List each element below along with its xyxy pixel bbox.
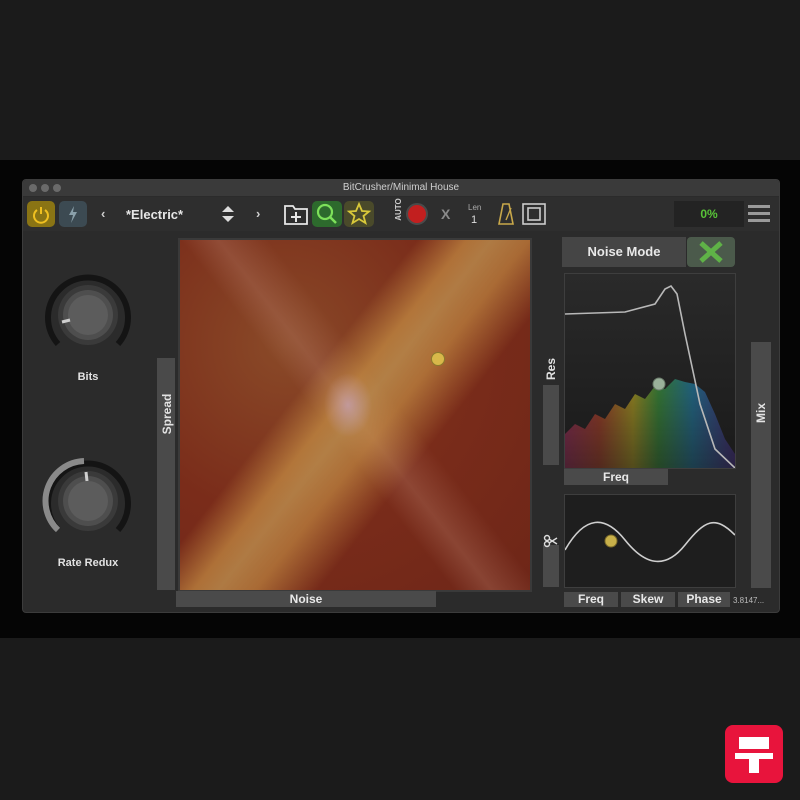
noise-mode-toggle[interactable] <box>687 237 735 267</box>
filter-freq-slider[interactable]: Freq <box>564 469 668 485</box>
spectrum-graph <box>565 284 735 468</box>
metronome-icon[interactable] <box>497 202 515 226</box>
layout-icon[interactable] <box>522 203 546 225</box>
favorite-button[interactable] <box>344 201 374 227</box>
search-icon <box>316 203 337 224</box>
star-icon <box>346 201 372 225</box>
spread-label: Spread <box>160 393 174 435</box>
prev-preset-button[interactable]: ‹ <box>101 206 105 221</box>
mix-slider[interactable] <box>751 342 771 588</box>
lfo-wave <box>564 521 736 563</box>
search-button[interactable] <box>312 201 342 227</box>
lfo-side-slider[interactable] <box>543 545 559 587</box>
xy-pad[interactable] <box>178 238 532 592</box>
title-bar: BitCrusher/Minimal House <box>23 180 779 196</box>
res-slider[interactable] <box>543 385 559 465</box>
next-preset-button[interactable]: › <box>256 206 260 221</box>
toolbar: ‹ *Electric* › AUTO X Len 1 0% <box>23 197 779 231</box>
lfo-display[interactable] <box>564 494 736 588</box>
bits-label: Bits <box>77 371 99 383</box>
noise-slider[interactable]: Noise <box>176 591 436 607</box>
close-icon <box>699 241 723 263</box>
lfo-value-readout: 3.8147... <box>733 596 765 605</box>
lfo-phase-slider[interactable]: Phase <box>678 592 730 607</box>
power-button[interactable] <box>27 201 55 227</box>
len-label: Len <box>468 203 482 212</box>
bolt-button[interactable] <box>59 201 87 227</box>
up-down-arrows-icon[interactable] <box>221 205 235 223</box>
res-label: Res <box>544 358 558 381</box>
lfo-freq-slider[interactable]: Freq <box>564 592 618 607</box>
rate-redux-knob[interactable] <box>40 456 136 542</box>
noise-mode-label: Noise Mode <box>562 237 686 267</box>
window-title: BitCrusher/Minimal House <box>342 182 460 193</box>
scissors-icon <box>543 534 558 548</box>
lightning-icon <box>69 206 77 223</box>
record-icon[interactable] <box>405 202 429 226</box>
lfo-skew-slider[interactable]: Skew <box>621 592 675 607</box>
len-value[interactable]: 1 <box>471 214 477 226</box>
rate-redux-label: Rate Redux <box>57 557 119 569</box>
xy-handle[interactable] <box>431 352 445 366</box>
logo-icon <box>725 725 783 783</box>
plugin-window: BitCrusher/Minimal House ‹ *Electric* › <box>22 179 780 613</box>
filter-display[interactable] <box>564 273 736 469</box>
clear-button[interactable]: X <box>441 206 450 222</box>
add-folder-icon[interactable] <box>283 202 309 226</box>
menu-icon[interactable] <box>747 203 771 225</box>
auto-label[interactable]: AUTO <box>394 198 403 221</box>
bits-knob[interactable] <box>40 270 136 356</box>
mix-label: Mix <box>754 403 768 424</box>
cpu-meter: 0% <box>674 201 744 227</box>
preset-name[interactable]: *Electric* <box>126 207 183 222</box>
power-icon <box>33 207 49 224</box>
